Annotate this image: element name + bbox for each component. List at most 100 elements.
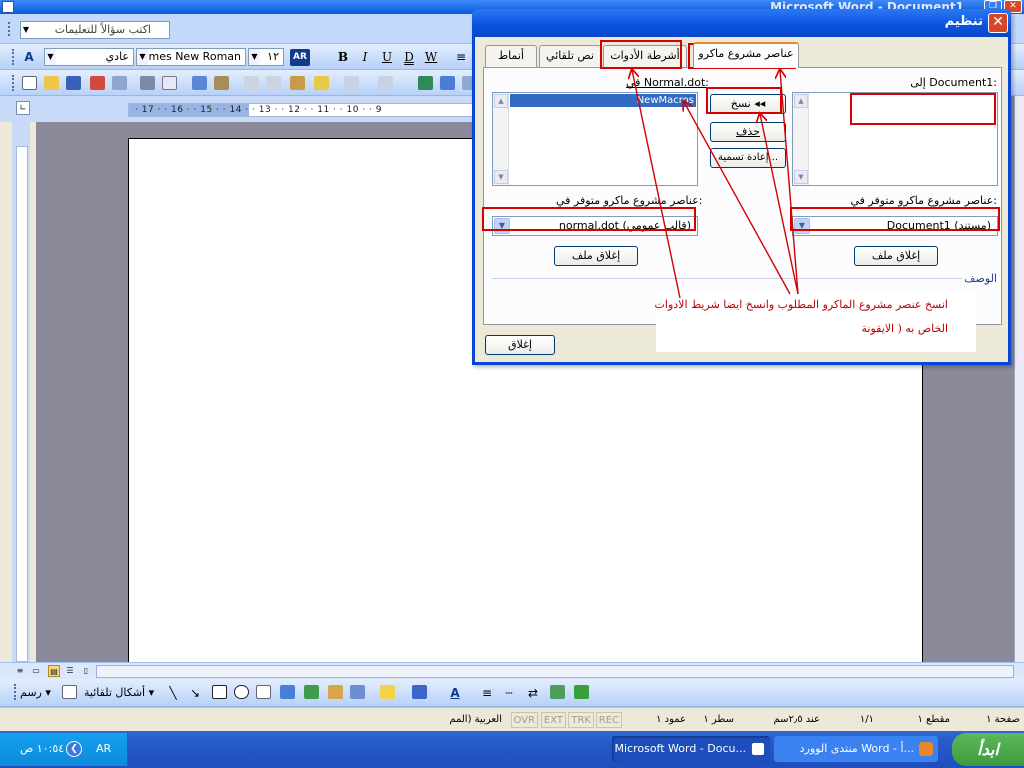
scroll-down-icon[interactable]: ▼: [794, 170, 808, 184]
toolbar-grip[interactable]: [12, 75, 15, 91]
right-available-label: عناصر مشروع ماكرو متوفر في:: [850, 194, 997, 207]
3d-style-icon[interactable]: [574, 685, 589, 699]
scroll-up-icon[interactable]: ▲: [494, 94, 508, 108]
paste-icon[interactable]: [290, 76, 305, 90]
bold-button[interactable]: B: [334, 49, 352, 66]
start-button[interactable]: ابدأ: [952, 733, 1024, 766]
right-close-file-button[interactable]: إغلاق ملف: [854, 246, 938, 266]
word-document-icon[interactable]: [2, 1, 14, 13]
autoshapes-menu[interactable]: أشكال تلقائية ▾: [84, 686, 154, 699]
dialog-title: تنظيم: [944, 14, 983, 29]
horizontal-scrollbar[interactable]: [96, 665, 1014, 678]
save-icon[interactable]: [66, 76, 81, 90]
normal-view-icon[interactable]: ≡: [14, 665, 26, 677]
tab-styles[interactable]: أنماط: [485, 45, 537, 67]
vertical-scrollbar[interactable]: [1014, 96, 1024, 662]
help-question-box[interactable]: ▼ اكتب سؤالاً للتعليمات: [20, 21, 170, 39]
tab-autotext[interactable]: نص تلقائي: [539, 45, 601, 67]
status-trk[interactable]: TRK: [568, 712, 594, 728]
chevron-down-icon[interactable]: ▼: [137, 49, 148, 65]
fill-color-icon[interactable]: [380, 685, 395, 699]
line-icon[interactable]: ╲: [164, 685, 182, 702]
text-box-icon[interactable]: [256, 685, 271, 699]
toolbar-grip[interactable]: [14, 684, 17, 700]
reading-layout-icon[interactable]: ▯: [80, 665, 92, 677]
taskbar-item-word[interactable]: Microsoft Word - Docu...: [612, 736, 770, 762]
horizontal-ruler[interactable]: · 17 · · 16 · · 15 · · 14 · · 13 · · 12 …: [128, 103, 473, 117]
line-style-icon[interactable]: ≡: [478, 685, 496, 702]
chevron-down-icon[interactable]: ▼: [21, 22, 31, 38]
research-icon[interactable]: [214, 76, 229, 90]
underline-button[interactable]: U: [378, 49, 396, 66]
new-document-icon[interactable]: [22, 76, 37, 90]
spelling-icon[interactable]: [192, 76, 207, 90]
cut-icon[interactable]: [244, 76, 259, 90]
print-preview-icon[interactable]: [162, 76, 177, 90]
taskbar-item-forum-label: منتدى الوورد Word - أ...: [799, 742, 914, 755]
tab-selector[interactable]: ∟: [16, 101, 30, 115]
text-direction-badge[interactable]: AR: [290, 49, 310, 66]
italic-button[interactable]: I: [356, 49, 374, 66]
scroll-up-icon[interactable]: ▲: [794, 94, 808, 108]
vertical-ruler[interactable]: [12, 122, 30, 662]
insert-picture-icon[interactable]: [350, 685, 365, 699]
diagram-icon[interactable]: [304, 685, 319, 699]
permission-icon[interactable]: [90, 76, 105, 90]
description-label: الوصف: [964, 272, 997, 285]
copy-icon[interactable]: [266, 76, 281, 90]
delete-button[interactable]: حذف: [710, 122, 786, 142]
email-icon[interactable]: [112, 76, 127, 90]
list-item-newmacros[interactable]: NewMacros: [510, 94, 696, 107]
dialog-title-bar[interactable]: تنظيم ✕: [472, 9, 1011, 37]
styles-pane-icon[interactable]: A: [20, 49, 38, 66]
wordart-icon[interactable]: [280, 685, 295, 699]
double-underline-button[interactable]: D: [400, 49, 418, 66]
dash-style-icon[interactable]: ┄: [500, 685, 518, 702]
select-objects-icon[interactable]: [62, 685, 77, 699]
web-layout-icon[interactable]: ▭: [30, 665, 42, 677]
status-page: صفحة ١: [986, 714, 1020, 725]
scroll-down-icon[interactable]: ▼: [494, 170, 508, 184]
status-section: مقطع ١: [917, 714, 951, 725]
font-select[interactable]: ▼ Times New Roman: [136, 48, 246, 66]
undo-icon[interactable]: [344, 76, 359, 90]
status-rec[interactable]: REC: [595, 712, 622, 728]
font-size-select[interactable]: ▼ ١٢: [248, 48, 284, 66]
font-color-icon[interactable]: A: [446, 685, 464, 702]
redo-icon[interactable]: [378, 76, 393, 90]
arrow-icon[interactable]: ↘: [186, 685, 204, 702]
align-right-icon[interactable]: ≡: [452, 49, 470, 66]
toolbar-grip[interactable]: [12, 49, 15, 65]
clip-art-icon[interactable]: [328, 685, 343, 699]
dialog-close-icon[interactable]: ✕: [988, 13, 1008, 33]
status-ext[interactable]: EXT: [540, 712, 566, 728]
draw-menu[interactable]: رسم ▾: [20, 686, 51, 699]
status-ovr[interactable]: OVR: [510, 712, 538, 728]
hyperlink-icon[interactable]: [418, 76, 433, 90]
print-layout-icon[interactable]: ▤: [48, 665, 60, 677]
tables-borders-icon[interactable]: [440, 76, 455, 90]
print-icon[interactable]: [140, 76, 155, 90]
left-items-list[interactable]: ▲ ▼ NewMacros: [492, 92, 698, 186]
arrow-style-icon[interactable]: ⇄: [524, 685, 542, 702]
tray-language[interactable]: AR: [96, 742, 111, 755]
left-close-file-button[interactable]: إغلاق ملف: [554, 246, 638, 266]
open-folder-icon[interactable]: [44, 76, 59, 90]
dialog-close-button[interactable]: إغلاق: [485, 335, 555, 355]
line-color-icon[interactable]: [412, 685, 427, 699]
rectangle-icon[interactable]: [212, 685, 227, 699]
chevron-down-icon[interactable]: ▼: [249, 49, 260, 65]
taskbar-item-forum[interactable]: منتدى الوورد Word - أ...: [774, 736, 938, 762]
chevron-down-icon[interactable]: ▼: [45, 49, 56, 65]
word-underline-button[interactable]: W: [422, 49, 440, 66]
oval-icon[interactable]: [234, 685, 249, 699]
toolbar-grip[interactable]: [8, 22, 11, 36]
tab-macro-project-items[interactable]: عناصر مشروع ماكرو: [693, 42, 799, 68]
format-painter-icon[interactable]: [314, 76, 329, 90]
style-select[interactable]: ▼ عادي: [44, 48, 134, 66]
rename-button[interactable]: إعادة تسمية...: [710, 148, 786, 168]
tray-expand-icon[interactable]: ❮: [66, 741, 82, 757]
outline-view-icon[interactable]: ☰: [64, 665, 76, 677]
left-available-label: عناصر مشروع ماكرو متوفر في:: [556, 194, 703, 207]
shadow-style-icon[interactable]: [550, 685, 565, 699]
